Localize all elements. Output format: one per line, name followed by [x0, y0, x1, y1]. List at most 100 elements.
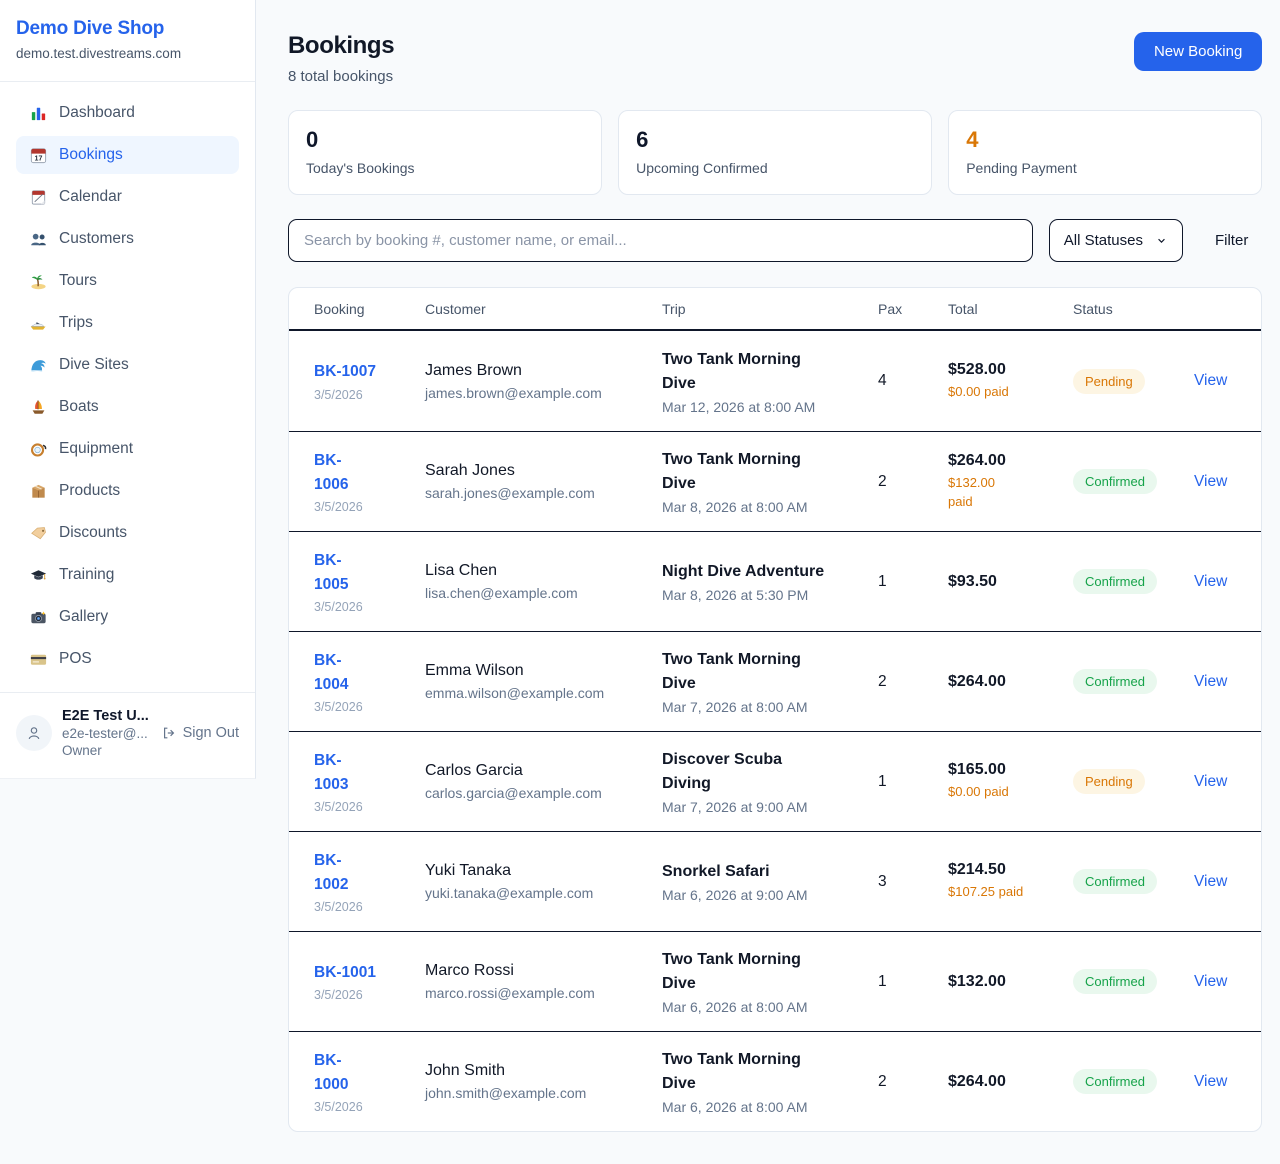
view-link[interactable]: View — [1194, 573, 1227, 590]
customer-cell: James Brownjames.brown@example.com — [425, 362, 662, 401]
stat-card: 0Today's Bookings — [288, 110, 602, 195]
sidebar-item-discounts[interactable]: Discounts — [16, 514, 239, 552]
view-link[interactable]: View — [1194, 773, 1227, 790]
view-cell: View — [1194, 973, 1243, 991]
total-cell: $264.00 — [948, 1073, 1073, 1091]
view-link[interactable]: View — [1194, 673, 1227, 690]
status-filter-select[interactable]: All Statuses — [1049, 219, 1183, 262]
sign-out-button[interactable]: Sign Out — [161, 725, 239, 741]
total-amount: $132.00 — [948, 973, 1057, 991]
booking-id-link[interactable]: BK- 1004 — [314, 649, 348, 697]
sidebar-item-calendar[interactable]: Calendar — [16, 178, 239, 216]
total-amount: $264.00 — [948, 1073, 1057, 1091]
view-cell: View — [1194, 1073, 1243, 1091]
stat-value: 4 — [966, 127, 1244, 153]
island-icon — [28, 271, 48, 291]
trip-name: Night Dive Adventure — [662, 560, 862, 584]
view-link[interactable]: View — [1194, 473, 1227, 490]
trip-datetime: Mar 6, 2026 at 8:00 AM — [662, 1099, 862, 1115]
trip-datetime: Mar 6, 2026 at 8:00 AM — [662, 999, 862, 1015]
view-cell: View — [1194, 673, 1243, 691]
booking-id-link[interactable]: BK- 1005 — [314, 549, 348, 597]
total-amount: $264.00 — [948, 673, 1057, 691]
sidebar-item-bookings[interactable]: 17Bookings — [16, 136, 239, 174]
sidebar-item-label: Customers — [59, 230, 134, 248]
customer-name: Emma Wilson — [425, 662, 646, 680]
sidebar-item-products[interactable]: Products — [16, 472, 239, 510]
booking-date: 3/5/2026 — [314, 988, 409, 1002]
table-row: BK- 1000 3/5/2026 John Smith john.smith@exa… — [289, 1031, 1261, 1131]
sidebar-item-gallery[interactable]: Gallery — [16, 598, 239, 636]
column-header-pax: Pax — [878, 301, 948, 317]
booking-id-link[interactable]: BK-1007 — [314, 360, 376, 384]
customer-name: John Smith — [425, 1062, 646, 1080]
trip-datetime: Mar 12, 2026 at 8:00 AM — [662, 399, 862, 415]
stat-card: 4Pending Payment — [948, 110, 1262, 195]
bar-chart-icon — [28, 103, 48, 123]
booking-id-link[interactable]: BK- 1002 — [314, 849, 348, 897]
booking-date: 3/5/2026 — [314, 1100, 409, 1114]
customer-cell: Marco Rossimarco.rossi@example.com — [425, 962, 662, 1001]
customer-email: john.smith@example.com — [425, 1085, 646, 1101]
customer-email: james.brown@example.com — [425, 385, 646, 401]
pax-cell: 2 — [878, 673, 948, 691]
view-link[interactable]: View — [1194, 973, 1227, 990]
view-cell: View — [1194, 372, 1243, 390]
trip-name: Two Tank Morning Dive — [662, 948, 862, 996]
chevron-down-icon — [1155, 234, 1168, 247]
filter-button[interactable]: Filter — [1215, 232, 1248, 249]
view-link[interactable]: View — [1194, 1073, 1227, 1090]
booking-date: 3/5/2026 — [314, 700, 409, 714]
booking-date: 3/5/2026 — [314, 600, 409, 614]
customer-email: emma.wilson@example.com — [425, 685, 646, 701]
trip-cell: Discover Scuba DivingMar 7, 2026 at 9:00… — [662, 748, 878, 815]
customer-email: yuki.tanaka@example.com — [425, 885, 646, 901]
booking-date: 3/5/2026 — [314, 900, 409, 914]
sidebar-item-customers[interactable]: Customers — [16, 220, 239, 258]
trip-name: Two Tank Morning Dive — [662, 648, 862, 696]
booking-date: 3/5/2026 — [314, 388, 409, 402]
user-icon — [25, 724, 43, 742]
table-row: BK- 10033/5/2026Carlos Garciacarlos.garc… — [289, 731, 1261, 831]
booking-id-link[interactable]: BK- 1003 — [314, 749, 348, 797]
pax-cell: 2 — [878, 1073, 948, 1091]
pax-cell: 1 — [878, 973, 948, 991]
table-row: BK-1001 3/5/2026 Marco Rossimarco.rossi@ex… — [289, 931, 1261, 1031]
pax-cell: 3 — [878, 873, 948, 891]
new-booking-button[interactable]: New Booking — [1134, 32, 1262, 71]
sidebar-item-label: Gallery — [59, 608, 108, 626]
people-icon — [28, 229, 48, 249]
sidebar-item-trips[interactable]: Trips — [16, 304, 239, 342]
booking-cell: BK- 1004 3/5/2026 — [314, 649, 425, 714]
customer-cell: Sarah Jonessarah.jones@example.com — [425, 462, 662, 501]
booking-id-link[interactable]: BK- 1006 — [314, 449, 348, 497]
sidebar-item-label: Trips — [59, 314, 93, 332]
view-link[interactable]: View — [1194, 873, 1227, 890]
view-link[interactable]: View — [1194, 372, 1227, 389]
booking-cell: BK- 1002 3/5/2026 — [314, 849, 425, 914]
sidebar-nav: Dashboard 17Bookings Calendar Customers Tour… — [0, 82, 255, 692]
table-row: BK- 10023/5/2026Yuki Tanakayuki.tanaka@e… — [289, 831, 1261, 931]
sidebar-item-dive-sites[interactable]: Dive Sites — [16, 346, 239, 384]
paid-amount: $107.25 paid — [948, 883, 1057, 902]
status-cell: Confirmed — [1073, 469, 1194, 494]
sidebar-item-pos[interactable]: POS — [16, 640, 239, 678]
user-role: Owner — [62, 743, 151, 758]
status-badge: Confirmed — [1073, 569, 1157, 594]
sidebar-item-equipment[interactable]: Equipment — [16, 430, 239, 468]
booking-id-link[interactable]: BK- 1000 — [314, 1049, 348, 1097]
stat-value: 6 — [636, 127, 914, 153]
sidebar-item-dashboard[interactable]: Dashboard — [16, 94, 239, 132]
sidebar-item-boats[interactable]: Boats — [16, 388, 239, 426]
customer-cell: Lisa Chenlisa.chen@example.com — [425, 562, 662, 601]
status-filter-value: All Statuses — [1064, 232, 1143, 249]
user-email: e2e-tester@... — [62, 726, 151, 741]
package-icon — [28, 481, 48, 501]
sidebar-item-tours[interactable]: Tours — [16, 262, 239, 300]
sidebar-item-training[interactable]: Training — [16, 556, 239, 594]
page-header: Bookings 8 total bookings New Booking — [288, 32, 1262, 85]
search-input[interactable] — [288, 219, 1033, 262]
brand-block: Demo Dive Shop demo.test.divestreams.com — [0, 0, 255, 82]
table-row: BK- 10063/5/2026Sarah Jonessarah.jones@e… — [289, 431, 1261, 531]
booking-id-link[interactable]: BK-1001 — [314, 961, 376, 985]
